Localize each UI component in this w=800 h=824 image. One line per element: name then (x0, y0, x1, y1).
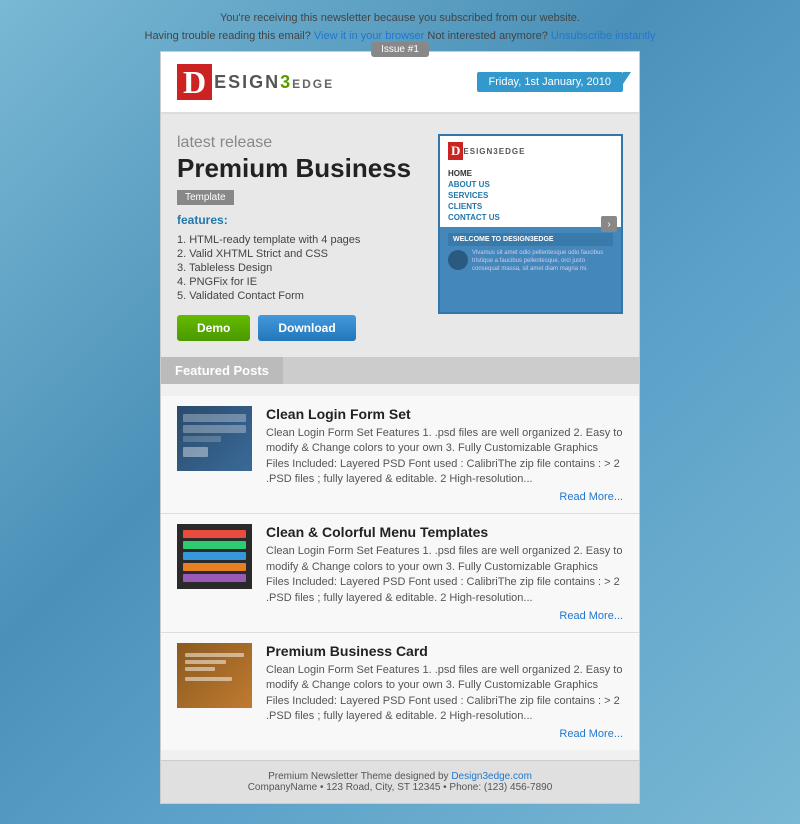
chevron-right-icon[interactable]: › (601, 216, 617, 232)
download-button[interactable]: Download (258, 315, 355, 341)
thumb-row (183, 425, 246, 433)
topbar-line2-mid: Not interested anymore? (427, 30, 547, 42)
logo: D ESIGN3EDGE (177, 64, 334, 100)
list-item: 1. HTML-ready template with 4 pages (177, 233, 422, 247)
card-line (185, 653, 244, 657)
post-item-2: Clean & Colorful Menu Templates Clean Lo… (161, 514, 639, 633)
screenshot-nav: HOME ABOUT US SERVICES CLIENTS CONTACT U… (440, 164, 621, 227)
screenshot-welcome: WELCOME TO DESIGN3EDGE (448, 233, 613, 246)
read-more-1: Read More... (266, 491, 623, 503)
read-more-link-2[interactable]: Read More... (559, 610, 623, 622)
screenshot-logo-d: D (448, 142, 463, 160)
template-badge: Template (177, 190, 234, 205)
menu-row-purple (183, 574, 246, 582)
feature-latest-label: latest release (177, 134, 422, 152)
screenshot-nav-services[interactable]: SERVICES (448, 190, 613, 201)
login-thumbnail (177, 406, 252, 471)
card-line (185, 677, 232, 681)
screenshot-nav-about[interactable]: ABOUT US (448, 179, 613, 190)
post-title-2: Clean & Colorful Menu Templates (266, 524, 623, 540)
list-item: 4. PNGFix for IE (177, 275, 422, 289)
thumb-row (183, 414, 246, 422)
menu-row-orange (183, 563, 246, 571)
post-title-3: Premium Business Card (266, 643, 623, 659)
menu-row-red (183, 530, 246, 538)
demo-button[interactable]: Demo (177, 315, 250, 341)
screenshot-body: Vivamus sit amet odio pellentesque odio … (448, 250, 613, 273)
view-in-browser-link[interactable]: View it in your browser (314, 30, 424, 42)
post-content-1: Clean Login Form Set Clean Login Form Se… (266, 406, 623, 504)
topbar-line1: You're receiving this newsletter because… (220, 12, 580, 24)
read-more-link-1[interactable]: Read More... (559, 491, 623, 503)
card-line (185, 667, 215, 671)
menu-row-blue (183, 552, 246, 560)
unsubscribe-link[interactable]: Unsubscribe instantly (551, 30, 656, 42)
featured-posts-bar: Featured Posts (161, 357, 639, 384)
post-content-2: Clean & Colorful Menu Templates Clean Lo… (266, 524, 623, 622)
post-desc-3: Clean Login Form Set Features 1. .psd fi… (266, 663, 623, 725)
screenshot-content: WELCOME TO DESIGN3EDGE Vivamus sit amet … (440, 227, 621, 279)
feature-title: Premium Business (177, 154, 422, 183)
feature-left: latest release Premium Business Template… (177, 134, 422, 341)
read-more-2: Read More... (266, 610, 623, 622)
feature-list: 1. HTML-ready template with 4 pages 2. V… (177, 233, 422, 303)
list-item: 3. Tableless Design (177, 261, 422, 275)
email-header: D ESIGN3EDGE Friday, 1st January, 2010 (161, 52, 639, 114)
post-item-3: Premium Business Card Clean Login Form S… (161, 633, 639, 751)
footer-line2: CompanyName • 123 Road, City, ST 12345 •… (171, 782, 629, 793)
post-item-1: Clean Login Form Set Clean Login Form Se… (161, 396, 639, 515)
read-more-link-3[interactable]: Read More... (559, 728, 623, 740)
logo-d-letter: D (177, 64, 212, 100)
list-item: 2. Valid XHTML Strict and CSS (177, 247, 422, 261)
feature-section: latest release Premium Business Template… (161, 114, 639, 357)
feature-subtitle: features: (177, 213, 422, 227)
footer-text-before: Premium Newsletter Theme designed by (268, 771, 448, 782)
menu-row-green (183, 541, 246, 549)
feature-screenshot: D ESIGN3EDGE HOME ABOUT US SERVICES CLIE… (438, 134, 623, 314)
email-footer: Premium Newsletter Theme designed by Des… (161, 760, 639, 803)
thumb-btn (183, 447, 208, 457)
post-content-3: Premium Business Card Clean Login Form S… (266, 643, 623, 741)
featured-posts-section: Featured Posts Clean Login Form Set Clea… (161, 357, 639, 761)
post-thumb-1 (177, 406, 252, 471)
top-bar: You're receiving this newsletter because… (145, 10, 656, 45)
screenshot-nav-home[interactable]: HOME (448, 168, 613, 179)
footer-line1: Premium Newsletter Theme designed by Des… (171, 771, 629, 782)
email-container: Issue #1 D ESIGN3EDGE Friday, 1st Januar… (160, 51, 640, 804)
post-thumb-3 (177, 643, 252, 708)
screenshot-avatar (448, 250, 468, 270)
read-more-3: Read More... (266, 728, 623, 740)
logo-text: ESIGN3EDGE (214, 72, 334, 92)
screenshot-logo-text: ESIGN3EDGE (463, 147, 525, 156)
issue-badge: Issue #1 (371, 42, 429, 57)
menu-thumbnail (177, 524, 252, 589)
screenshot-nav-clients[interactable]: CLIENTS (448, 201, 613, 212)
button-row: Demo Download (177, 315, 422, 341)
screenshot-nav-contact[interactable]: CONTACT US (448, 212, 613, 223)
post-desc-1: Clean Login Form Set Features 1. .psd fi… (266, 426, 623, 488)
featured-posts-header: Featured Posts (161, 357, 283, 384)
footer-design-link[interactable]: Design3edge.com (451, 771, 532, 782)
screenshot-header: D ESIGN3EDGE (440, 136, 621, 164)
topbar-line2-before: Having trouble reading this email? (145, 30, 311, 42)
screenshot-para: Vivamus sit amet odio pellentesque odio … (472, 250, 613, 273)
post-thumb-2 (177, 524, 252, 589)
card-line (185, 660, 226, 664)
thumb-row-short (183, 436, 221, 442)
list-item: 5. Validated Contact Form (177, 289, 422, 303)
post-desc-2: Clean Login Form Set Features 1. .psd fi… (266, 544, 623, 606)
post-title-1: Clean Login Form Set (266, 406, 623, 422)
date-badge: Friday, 1st January, 2010 (477, 72, 624, 92)
card-thumbnail (177, 643, 252, 708)
